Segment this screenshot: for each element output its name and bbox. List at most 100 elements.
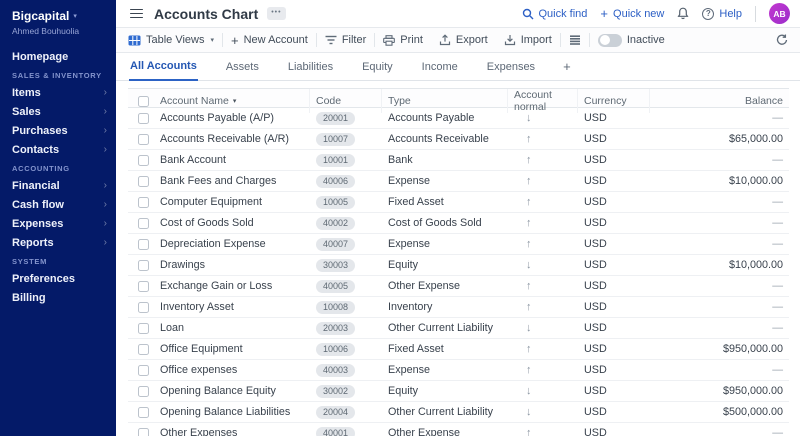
sidebar-item-reports[interactable]: Reports › <box>0 233 116 252</box>
divider <box>222 33 223 47</box>
account-currency: USD <box>578 259 650 271</box>
plus-icon: + <box>600 7 608 20</box>
table-views-button[interactable]: Table Views ▾ <box>128 34 214 46</box>
account-currency: USD <box>578 406 650 418</box>
sidebar-item-homepage[interactable]: Homepage <box>0 47 116 66</box>
row-checkbox[interactable] <box>138 281 149 292</box>
account-currency: USD <box>578 364 650 376</box>
print-button[interactable]: Print <box>383 34 423 46</box>
add-tab-button[interactable]: + <box>563 53 571 80</box>
tab-all-accounts[interactable]: All Accounts <box>129 53 198 81</box>
table-row[interactable]: Exchange Gain or Loss 40005 Other Expens… <box>128 276 789 297</box>
account-type: Equity <box>382 385 508 397</box>
chevron-right-icon: › <box>104 180 107 191</box>
account-balance: — <box>650 196 789 208</box>
quick-find-button[interactable]: Quick find <box>522 8 588 20</box>
table-row[interactable]: Computer Equipment 10005 Fixed Asset ↑ U… <box>128 192 789 213</box>
tab-assets[interactable]: Assets <box>225 53 260 80</box>
user-name: Ahmed Bouhuolia <box>0 23 116 36</box>
column-header-account-normal[interactable]: Account normal <box>508 89 578 113</box>
row-checkbox[interactable] <box>138 218 149 229</box>
row-checkbox[interactable] <box>138 134 149 145</box>
table-row[interactable]: Loan 20003 Other Current Liability ↓ USD… <box>128 318 789 339</box>
account-type: Expense <box>382 175 508 187</box>
row-checkbox[interactable] <box>138 386 149 397</box>
quick-new-button[interactable]: + Quick new <box>600 7 664 20</box>
row-checkbox[interactable] <box>138 155 149 166</box>
import-icon <box>504 34 516 46</box>
account-normal-arrow-icon: ↑ <box>508 301 578 313</box>
tab-income[interactable]: Income <box>421 53 459 80</box>
row-checkbox[interactable] <box>138 407 149 418</box>
caret-down-icon: ▾ <box>73 12 77 20</box>
table-row[interactable]: Accounts Receivable (A/R) 10007 Accounts… <box>128 129 789 150</box>
sidebar-item-billing[interactable]: Billing <box>0 288 116 307</box>
column-header-currency[interactable]: Currency <box>578 89 650 113</box>
import-button[interactable]: Import <box>504 34 552 46</box>
sidebar-item-expenses[interactable]: Expenses › <box>0 214 116 233</box>
account-name: Accounts Payable (A/P) <box>158 112 310 124</box>
table-row[interactable]: Opening Balance Liabilities 20004 Other … <box>128 402 789 423</box>
table-row[interactable]: Inventory Asset 10008 Inventory ↑ USD — <box>128 297 789 318</box>
select-all-checkbox[interactable] <box>138 96 149 107</box>
column-header-code[interactable]: Code <box>310 89 382 113</box>
table-row[interactable]: Drawings 30003 Equity ↓ USD $10,000.00 <box>128 255 789 276</box>
table-row[interactable]: Other Expenses 40001 Other Expense ↑ USD… <box>128 423 789 436</box>
tab-expenses[interactable]: Expenses <box>486 53 536 80</box>
account-name: Opening Balance Liabilities <box>158 406 310 418</box>
account-currency: USD <box>578 343 650 355</box>
export-button[interactable]: Export <box>439 34 488 46</box>
row-checkbox[interactable] <box>138 344 149 355</box>
account-balance: $950,000.00 <box>650 343 789 355</box>
bell-icon[interactable] <box>677 7 689 20</box>
row-checkbox[interactable] <box>138 428 149 436</box>
sidebar-item-items[interactable]: Items › <box>0 83 116 102</box>
brand-menu[interactable]: Bigcapital ▾ <box>0 9 116 23</box>
tab-liabilities[interactable]: Liabilities <box>287 53 334 80</box>
row-checkbox[interactable] <box>138 197 149 208</box>
more-options-button[interactable]: ••• <box>267 7 285 20</box>
sidebar-item-contacts[interactable]: Contacts › <box>0 140 116 159</box>
new-account-button[interactable]: + New Account <box>231 34 308 47</box>
row-checkbox[interactable] <box>138 113 149 124</box>
row-density-button[interactable] <box>569 35 581 45</box>
sidebar-item-financial[interactable]: Financial › <box>0 176 116 195</box>
row-checkbox[interactable] <box>138 239 149 250</box>
sidebar-item-sales[interactable]: Sales › <box>0 102 116 121</box>
refresh-button[interactable] <box>776 34 788 46</box>
toggle-switch[interactable] <box>598 34 622 47</box>
sidebar-section-sales-inventory: SALES & INVENTORY <box>0 66 116 83</box>
table-row[interactable]: Depreciation Expense 40007 Expense ↑ USD… <box>128 234 789 255</box>
filter-button[interactable]: Filter <box>325 34 366 46</box>
sidebar-item-preferences[interactable]: Preferences <box>0 269 116 288</box>
row-checkbox[interactable] <box>138 365 149 376</box>
sidebar-toggle-icon[interactable] <box>130 9 143 19</box>
account-type: Expense <box>382 238 508 250</box>
account-balance: — <box>650 217 789 229</box>
inactive-toggle[interactable]: Inactive <box>598 34 665 47</box>
table-row[interactable]: Cost of Goods Sold 40002 Cost of Goods S… <box>128 213 789 234</box>
column-header-type[interactable]: Type <box>382 89 508 113</box>
row-checkbox[interactable] <box>138 176 149 187</box>
table-row[interactable]: Office expenses 40003 Expense ↑ USD — <box>128 360 789 381</box>
table-row[interactable]: Accounts Payable (A/P) 20001 Accounts Pa… <box>128 108 789 129</box>
table-row[interactable]: Bank Fees and Charges 40006 Expense ↑ US… <box>128 171 789 192</box>
table-row[interactable]: Opening Balance Equity 30002 Equity ↓ US… <box>128 381 789 402</box>
table-row[interactable]: Office Equipment 10006 Fixed Asset ↑ USD… <box>128 339 789 360</box>
row-checkbox[interactable] <box>138 323 149 334</box>
chevron-right-icon: › <box>104 87 107 98</box>
sidebar-item-purchases[interactable]: Purchases › <box>0 121 116 140</box>
tab-equity[interactable]: Equity <box>361 53 394 80</box>
column-header-account-name[interactable]: Account Name ▾ <box>158 89 310 113</box>
divider <box>316 33 317 47</box>
row-checkbox[interactable] <box>138 260 149 271</box>
account-balance: — <box>650 364 789 376</box>
account-currency: USD <box>578 175 650 187</box>
sidebar-item-cash-flow[interactable]: Cash flow › <box>0 195 116 214</box>
table-row[interactable]: Bank Account 10001 Bank ↑ USD — <box>128 150 789 171</box>
account-currency: USD <box>578 322 650 334</box>
help-button[interactable]: ? Help <box>702 8 742 20</box>
avatar[interactable]: AB <box>769 3 790 24</box>
row-checkbox[interactable] <box>138 302 149 313</box>
column-header-balance[interactable]: Balance <box>650 89 789 113</box>
